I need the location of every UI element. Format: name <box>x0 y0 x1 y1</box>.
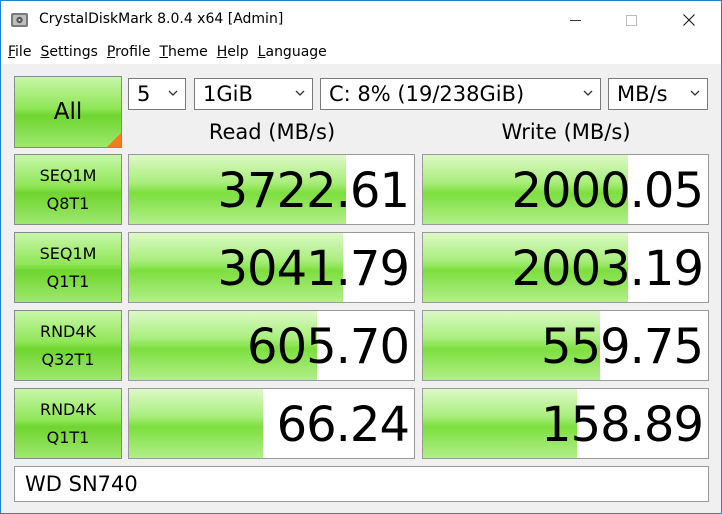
test-queue: Q1T1 <box>46 427 90 447</box>
chevron-down-icon <box>295 90 305 96</box>
menu-bar: File Settings Profile Theme Help Languag… <box>1 39 721 64</box>
menu-language[interactable]: Language <box>258 44 332 60</box>
test-size-value: 1GiB <box>203 82 253 106</box>
menu-help[interactable]: Help <box>217 44 254 60</box>
app-window: CrystalDiskMark 8.0.4 x64 [Admin] File S… <box>0 0 722 514</box>
write-result-cell: 158.89 <box>422 388 709 459</box>
maximize-button[interactable] <box>603 1 659 39</box>
close-icon <box>683 14 695 26</box>
menu-file-label: ile <box>15 43 32 60</box>
test-button-rnd4k-q1t1[interactable]: RND4K Q1T1 <box>14 388 122 459</box>
run-all-button[interactable]: All <box>14 76 122 148</box>
write-result-cell: 2000.05 <box>422 154 709 225</box>
close-button[interactable] <box>661 1 717 39</box>
orange-corner-marker <box>107 133 121 147</box>
write-result-cell: 559.75 <box>422 310 709 381</box>
test-name: SEQ1M <box>39 165 97 185</box>
benchmark-panel: All 5 1GiB C: 8% (19/238GiB) MB/s Read (… <box>1 64 721 513</box>
crystaldiskmark-app-icon <box>11 13 28 27</box>
run-all-label: All <box>53 99 83 125</box>
title-bar[interactable]: CrystalDiskMark 8.0.4 x64 [Admin] <box>1 1 721 39</box>
write-result-value: 2003.19 <box>511 241 704 297</box>
menu-language-label: anguage <box>265 43 327 60</box>
write-result-cell: 2003.19 <box>422 232 709 303</box>
test-queue: Q1T1 <box>46 271 90 291</box>
menu-theme-mnemonic: T <box>159 43 168 60</box>
read-result-value: 3041.79 <box>217 241 410 297</box>
unit-value: MB/s <box>617 82 668 106</box>
chevron-down-icon <box>168 90 178 96</box>
write-result-value: 158.89 <box>541 397 704 453</box>
test-name: RND4K <box>39 321 97 341</box>
minimize-icon <box>569 19 581 21</box>
test-size-select[interactable]: 1GiB <box>194 78 313 110</box>
menu-profile-label: rofile <box>115 43 151 60</box>
test-button-rnd4k-q32t1[interactable]: RND4K Q32T1 <box>14 310 122 381</box>
menu-profile-mnemonic: P <box>106 43 116 60</box>
menu-settings[interactable]: Settings <box>40 44 102 60</box>
window-title: CrystalDiskMark 8.0.4 x64 [Admin] <box>39 11 284 27</box>
minimize-button[interactable] <box>547 1 603 39</box>
test-name: RND4K <box>39 399 97 419</box>
write-result-value: 559.75 <box>541 319 704 375</box>
test-count-value: 5 <box>137 82 151 106</box>
menu-help-mnemonic: H <box>216 43 228 60</box>
menu-profile[interactable]: Profile <box>107 44 156 60</box>
drive-select[interactable]: C: 8% (19/238GiB) <box>320 78 601 110</box>
test-button-seq1m-q1t1[interactable]: SEQ1M Q1T1 <box>14 232 122 303</box>
test-button-seq1m-q8t1[interactable]: SEQ1M Q8T1 <box>14 154 122 225</box>
maximize-icon <box>625 14 637 26</box>
comment-text: WD SN740 <box>25 472 138 496</box>
read-result-value: 66.24 <box>276 397 410 453</box>
menu-theme-label: heme <box>168 43 208 60</box>
drive-value: C: 8% (19/238GiB) <box>329 82 525 106</box>
menu-file[interactable]: File <box>8 44 36 60</box>
chevron-down-icon <box>690 90 700 96</box>
menu-file-mnemonic: F <box>8 43 16 60</box>
chevron-down-icon <box>583 90 593 96</box>
unit-select[interactable]: MB/s <box>608 78 708 110</box>
test-count-select[interactable]: 5 <box>128 78 186 110</box>
write-column-header: Write (MB/s) <box>501 120 631 144</box>
menu-settings-mnemonic: S <box>40 43 50 60</box>
read-result-bar <box>129 389 263 458</box>
read-result-value: 3722.61 <box>217 163 410 219</box>
comment-field[interactable]: WD SN740 <box>14 466 709 502</box>
test-queue: Q8T1 <box>46 193 90 213</box>
read-result-cell: 66.24 <box>128 388 415 459</box>
read-result-cell: 3722.61 <box>128 154 415 225</box>
menu-help-label: elp <box>227 43 249 60</box>
menu-theme[interactable]: Theme <box>159 44 212 60</box>
read-result-cell: 605.70 <box>128 310 415 381</box>
read-result-cell: 3041.79 <box>128 232 415 303</box>
menu-settings-label: ettings <box>49 43 98 60</box>
read-column-header: Read (MB/s) <box>208 120 336 144</box>
write-result-value: 2000.05 <box>511 163 704 219</box>
read-result-value: 605.70 <box>247 319 410 375</box>
test-queue: Q32T1 <box>41 349 95 369</box>
test-name: SEQ1M <box>39 243 97 263</box>
